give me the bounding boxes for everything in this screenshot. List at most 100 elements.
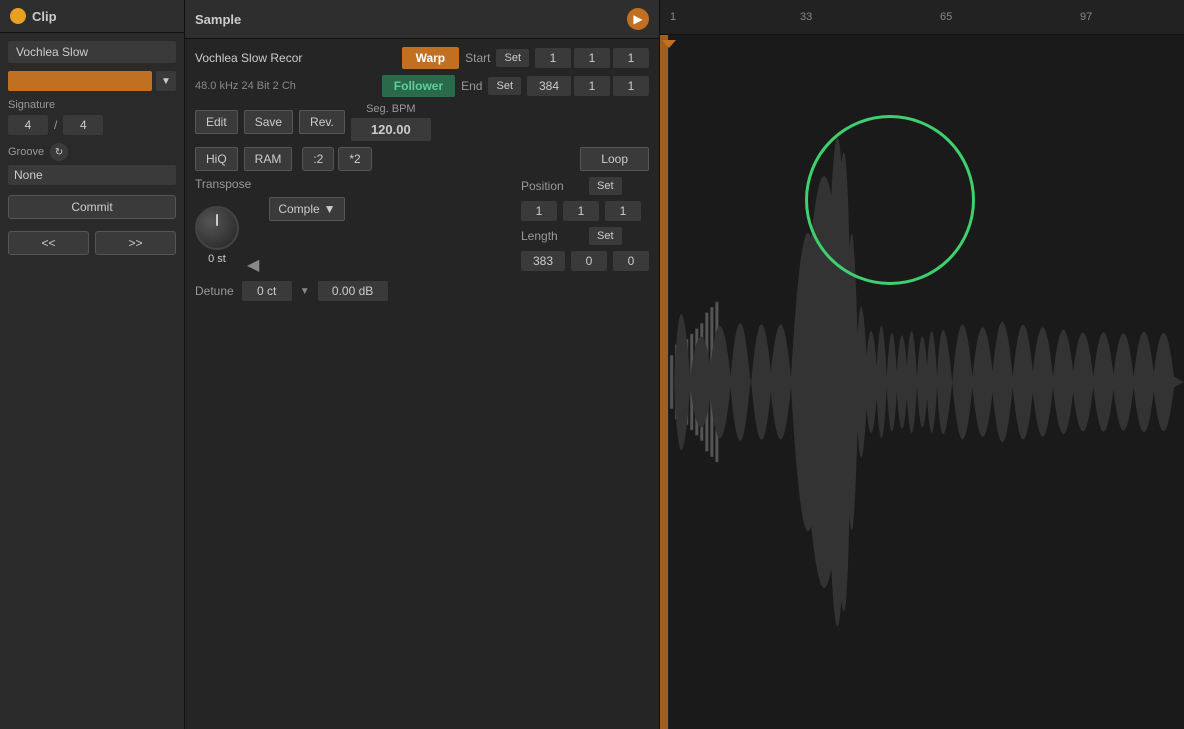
nav-prev-button[interactable]: << bbox=[8, 231, 89, 255]
signature-slash: / bbox=[54, 118, 57, 132]
follower-button[interactable]: Follower bbox=[382, 75, 455, 97]
sample-panel: Sample ▶ Vochlea Slow Recor Warp Start S… bbox=[185, 0, 660, 729]
clip-body: Vochlea Slow ▼ Signature / Groove ↻ bbox=[0, 33, 184, 263]
commit-button[interactable]: Commit bbox=[8, 195, 176, 219]
start-num1[interactable] bbox=[535, 48, 571, 68]
groove-select[interactable] bbox=[8, 165, 176, 185]
transpose-row: 0 st ◀ bbox=[195, 195, 259, 275]
position-row: Position Set bbox=[521, 177, 649, 195]
start-num3[interactable] bbox=[613, 48, 649, 68]
position-nums-row bbox=[521, 201, 649, 221]
transpose-label: Transpose bbox=[195, 177, 259, 191]
pitch-slider-container: ◀ bbox=[247, 195, 259, 275]
start-label: Start bbox=[465, 51, 490, 65]
db-value-field[interactable] bbox=[318, 281, 388, 301]
transpose-value: 0 st bbox=[208, 253, 226, 265]
pos-num2[interactable] bbox=[563, 201, 599, 221]
waveform-svg bbox=[660, 35, 1184, 729]
waveform-start-marker bbox=[662, 35, 676, 729]
ruler-marker-65: 65 bbox=[940, 11, 952, 23]
position-set-button[interactable]: Set bbox=[589, 177, 622, 195]
len-num1[interactable] bbox=[521, 251, 565, 271]
start-num2[interactable] bbox=[574, 48, 610, 68]
half-button[interactable]: :2 bbox=[302, 147, 334, 171]
ruler-marker-97: 97 bbox=[1080, 11, 1092, 23]
pos-num3[interactable] bbox=[605, 201, 641, 221]
detune-section: Detune ▼ bbox=[195, 281, 649, 301]
clip-panel: Clip Vochlea Slow ▼ Signature / Groove ↻ bbox=[0, 0, 185, 729]
seg-bpm-section: Seg. BPM bbox=[351, 103, 431, 141]
complex-select-button[interactable]: Comple ▼ bbox=[269, 197, 344, 221]
length-nums-row bbox=[521, 251, 649, 271]
marker-triangle-icon bbox=[662, 40, 676, 48]
hiq-button[interactable]: HiQ bbox=[195, 147, 238, 171]
complex-arrow-icon: ▼ bbox=[324, 202, 336, 216]
end-num3[interactable] bbox=[613, 76, 649, 96]
nav-row: << >> bbox=[8, 231, 176, 255]
clip-color-arrow-button[interactable]: ▼ bbox=[156, 71, 176, 91]
groove-label: Groove bbox=[8, 146, 44, 158]
length-label: Length bbox=[521, 229, 581, 243]
complex-label: Comple bbox=[278, 202, 319, 216]
end-num1[interactable] bbox=[527, 76, 571, 96]
detune-value-field[interactable] bbox=[242, 281, 292, 301]
end-num2[interactable] bbox=[574, 76, 610, 96]
len-num3[interactable] bbox=[613, 251, 649, 271]
transpose-knob[interactable] bbox=[195, 206, 239, 250]
main-container: Clip Vochlea Slow ▼ Signature / Groove ↻ bbox=[0, 0, 1184, 729]
sample-info: 48.0 kHz 24 Bit 2 Ch bbox=[195, 80, 376, 92]
rev-button[interactable]: Rev. bbox=[299, 110, 345, 134]
pos-num1[interactable] bbox=[521, 201, 557, 221]
length-set-button[interactable]: Set bbox=[589, 227, 622, 245]
detune-arrow-icon: ▼ bbox=[300, 286, 310, 297]
nav-next-button[interactable]: >> bbox=[95, 231, 176, 255]
clip-title: Clip bbox=[32, 9, 57, 24]
ruler-marker-33: 33 bbox=[800, 11, 812, 23]
signature-numerator[interactable] bbox=[8, 115, 48, 135]
clip-color-box[interactable] bbox=[8, 71, 152, 91]
waveform-panel: 1 33 65 97 bbox=[660, 0, 1184, 729]
position-label: Position bbox=[521, 179, 581, 193]
groove-section: Groove ↻ bbox=[8, 143, 176, 185]
end-label: End bbox=[461, 79, 482, 93]
sample-body: Vochlea Slow Recor Warp Start Set 48.0 k… bbox=[185, 39, 659, 729]
groove-row: Groove ↻ bbox=[8, 143, 176, 161]
sample-row1: Vochlea Slow Recor Warp Start Set bbox=[195, 47, 649, 69]
ram-button[interactable]: RAM bbox=[244, 147, 293, 171]
half-double-row: :2 *2 bbox=[302, 147, 371, 171]
groove-cycle-button[interactable]: ↻ bbox=[50, 143, 68, 161]
waveform-ruler: 1 33 65 97 bbox=[660, 0, 1184, 35]
signature-section: Signature / bbox=[8, 99, 176, 135]
bpm-value-field[interactable] bbox=[351, 118, 431, 141]
end-set-button[interactable]: Set bbox=[488, 77, 521, 95]
sample-row2: 48.0 kHz 24 Bit 2 Ch Follower End Set bbox=[195, 75, 649, 97]
edit-button[interactable]: Edit bbox=[195, 110, 238, 134]
ruler-marker-1: 1 bbox=[670, 11, 676, 23]
warp-button[interactable]: Warp bbox=[402, 47, 460, 69]
length-row: Length Set bbox=[521, 227, 649, 245]
sample-header: Sample ▶ bbox=[185, 0, 659, 39]
loop-button[interactable]: Loop bbox=[580, 147, 649, 171]
clip-dot-icon bbox=[10, 8, 26, 24]
detune-label: Detune bbox=[195, 284, 234, 298]
signature-row: / bbox=[8, 115, 176, 135]
len-num2[interactable] bbox=[571, 251, 607, 271]
start-set-button[interactable]: Set bbox=[496, 49, 529, 67]
seg-bpm-label: Seg. BPM bbox=[366, 103, 416, 115]
signature-denominator[interactable] bbox=[63, 115, 103, 135]
end-nums bbox=[527, 76, 649, 96]
sample-row5: Transpose 0 st ◀ Comple ▼ bbox=[195, 177, 649, 275]
sample-row3: Edit Save Rev. Seg. BPM bbox=[195, 103, 649, 141]
clip-header: Clip bbox=[0, 0, 184, 33]
double-button[interactable]: *2 bbox=[338, 147, 371, 171]
start-nums bbox=[535, 48, 649, 68]
pitch-arrow-icon[interactable]: ◀ bbox=[247, 255, 259, 275]
clip-name-button[interactable]: Vochlea Slow bbox=[8, 41, 176, 63]
transpose-knob-container: 0 st bbox=[195, 206, 239, 265]
save-button[interactable]: Save bbox=[244, 110, 293, 134]
transpose-section: Transpose 0 st ◀ bbox=[195, 177, 259, 275]
waveform-area bbox=[660, 35, 1184, 729]
sample-forward-button[interactable]: ▶ bbox=[627, 8, 649, 30]
sample-title: Sample bbox=[195, 12, 241, 27]
clip-color-row: ▼ bbox=[8, 71, 176, 91]
